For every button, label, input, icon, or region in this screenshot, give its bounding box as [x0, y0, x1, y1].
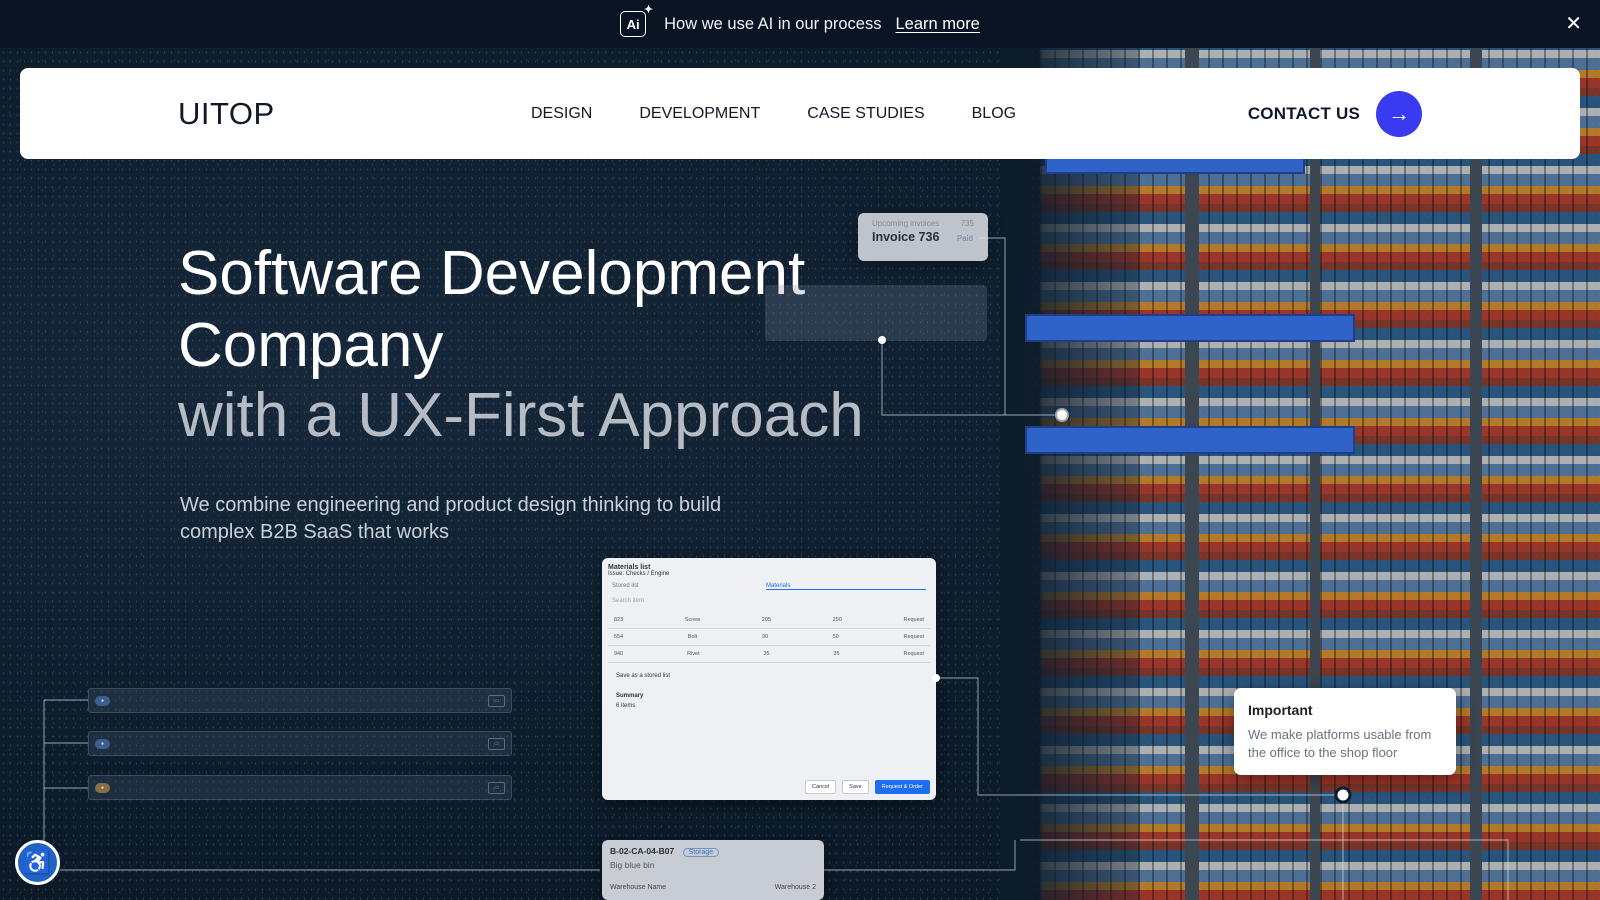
hero-subtitle: We combine engineering and product desig… [180, 494, 722, 543]
warehouse-value: Warehouse 2 [774, 884, 816, 891]
list-item: ● ▭ [88, 775, 512, 800]
request-order-button: Request & Order [874, 780, 930, 794]
table-row: 554 Bolt 90 50 Request [608, 629, 930, 646]
list-item: ● ▭ [88, 688, 512, 713]
hero-title-line2: Company [178, 311, 444, 380]
step-stored-list: Stored list [612, 583, 639, 589]
bin-name: Big blue bin [610, 860, 655, 870]
bin-card: B-02-CA-04-B07 Storage Big blue bin Ware… [602, 840, 824, 900]
learn-more-link[interactable]: Learn more [895, 15, 979, 34]
contact-us-label: CONTACT US [1247, 103, 1360, 123]
nav-item-design[interactable]: DESIGN [531, 105, 592, 123]
invoice-status: Paid [956, 234, 973, 243]
site-logo[interactable]: UITOP [178, 96, 275, 132]
step-materials: Materials [766, 583, 926, 590]
bin-code: B-02-CA-04-B07 [610, 846, 675, 856]
storage-badge: Storage [682, 848, 720, 857]
close-icon[interactable]: ✕ [1565, 12, 1582, 36]
port-road [1470, 48, 1482, 900]
crane [1025, 314, 1355, 342]
materials-title: Materials list [608, 564, 651, 571]
hero-title-line1: Software Development [178, 239, 806, 308]
cancel-button: Cancel [805, 780, 837, 794]
materials-actions: Cancel Save Request & Order [805, 780, 930, 794]
open-details-button: ▭ [488, 694, 505, 707]
cell: Bolt [687, 634, 698, 640]
status-badge: ● [95, 782, 111, 793]
invoice-card: Upcoming invoices 735 Invoice 736 Paid [858, 213, 988, 261]
save-button: Save [842, 780, 869, 794]
open-details-button: ▭ [488, 781, 505, 794]
important-text: We make platforms usable from the office… [1248, 727, 1432, 760]
arrow-right-icon[interactable]: → [1376, 90, 1422, 137]
open-details-button: ▭ [488, 737, 505, 750]
port-shade [1000, 48, 1140, 900]
accessibility-icon[interactable]: ♿ [15, 840, 60, 885]
invoice-top-value: 735 [960, 219, 974, 228]
important-title: Important [1248, 702, 1313, 718]
warehouse-label: Warehouse Name [610, 884, 667, 891]
status-badge: ● [95, 695, 111, 706]
cell: Rivet [687, 651, 700, 657]
ghost-chart-card [765, 285, 987, 341]
main-navigation: UITOP DESIGN DEVELOPMENT CASE STUDIES BL… [20, 68, 1580, 159]
bin-header: B-02-CA-04-B07 Storage [610, 846, 816, 857]
materials-steps: Stored list Materials [608, 583, 930, 590]
cell: 90 [761, 634, 769, 640]
table-row: 823 Screw 205 250 Request [608, 612, 930, 629]
invoice-top: Upcoming invoices 735 [872, 219, 974, 228]
invoice-top-label: Upcoming invoices [872, 219, 940, 228]
materials-subtitle: Issue: Checks / Engine [608, 571, 670, 577]
announcement-bar: Ai ✦ How we use AI in our process Learn … [0, 0, 1600, 48]
cell: Request [903, 651, 924, 657]
cell: 35 [833, 651, 840, 657]
sparkle-icon: ✦ [643, 4, 654, 16]
cell: Request [903, 634, 924, 640]
announcement-text: How we use AI in our process [664, 14, 882, 33]
cell: 940 [614, 651, 624, 657]
cell: 35 [763, 651, 770, 657]
table-row: 940 Rivet 35 35 Request [608, 646, 930, 663]
cell: Request [903, 617, 924, 623]
ai-icon-text: Ai [626, 16, 640, 32]
materials-search: Search item [612, 598, 645, 604]
nav-menu: DESIGN DEVELOPMENT CASE STUDIES BLOG [531, 105, 1016, 123]
port-road [1185, 48, 1199, 900]
invoice-title: Invoice 736 Paid [872, 230, 974, 244]
invoice-title-text: Invoice 736 [872, 230, 940, 244]
warehouse-row: Warehouse Name Warehouse 2 [610, 884, 816, 891]
cell: Screw [684, 617, 701, 623]
nav-item-blog[interactable]: BLOG [972, 105, 1016, 123]
cell: 50 [832, 634, 839, 640]
cell: 250 [832, 617, 842, 623]
nav-item-case-studies[interactable]: CASE STUDIES [807, 105, 924, 123]
status-badge: ● [95, 738, 111, 749]
contact-us-button[interactable]: CONTACT US → [1247, 90, 1422, 137]
hero-title-line3: with a UX-First Approach [178, 381, 864, 450]
cell: 554 [614, 634, 624, 640]
cell: 205 [761, 617, 771, 623]
important-card: Important We make platforms usable from … [1234, 688, 1456, 775]
save-as-stored-list: Save as a stored list [616, 673, 671, 679]
cell: 823 [614, 617, 624, 623]
ai-sparkle-icon: Ai ✦ [620, 4, 653, 37]
nav-item-development[interactable]: DEVELOPMENT [639, 105, 760, 123]
crane [1025, 426, 1355, 454]
summary-items: 6 items [616, 703, 636, 709]
list-item: ● ▭ [88, 731, 512, 756]
summary-label: Summary [616, 693, 644, 699]
materials-list-card: Materials list Issue: Checks / Engine St… [602, 558, 936, 800]
